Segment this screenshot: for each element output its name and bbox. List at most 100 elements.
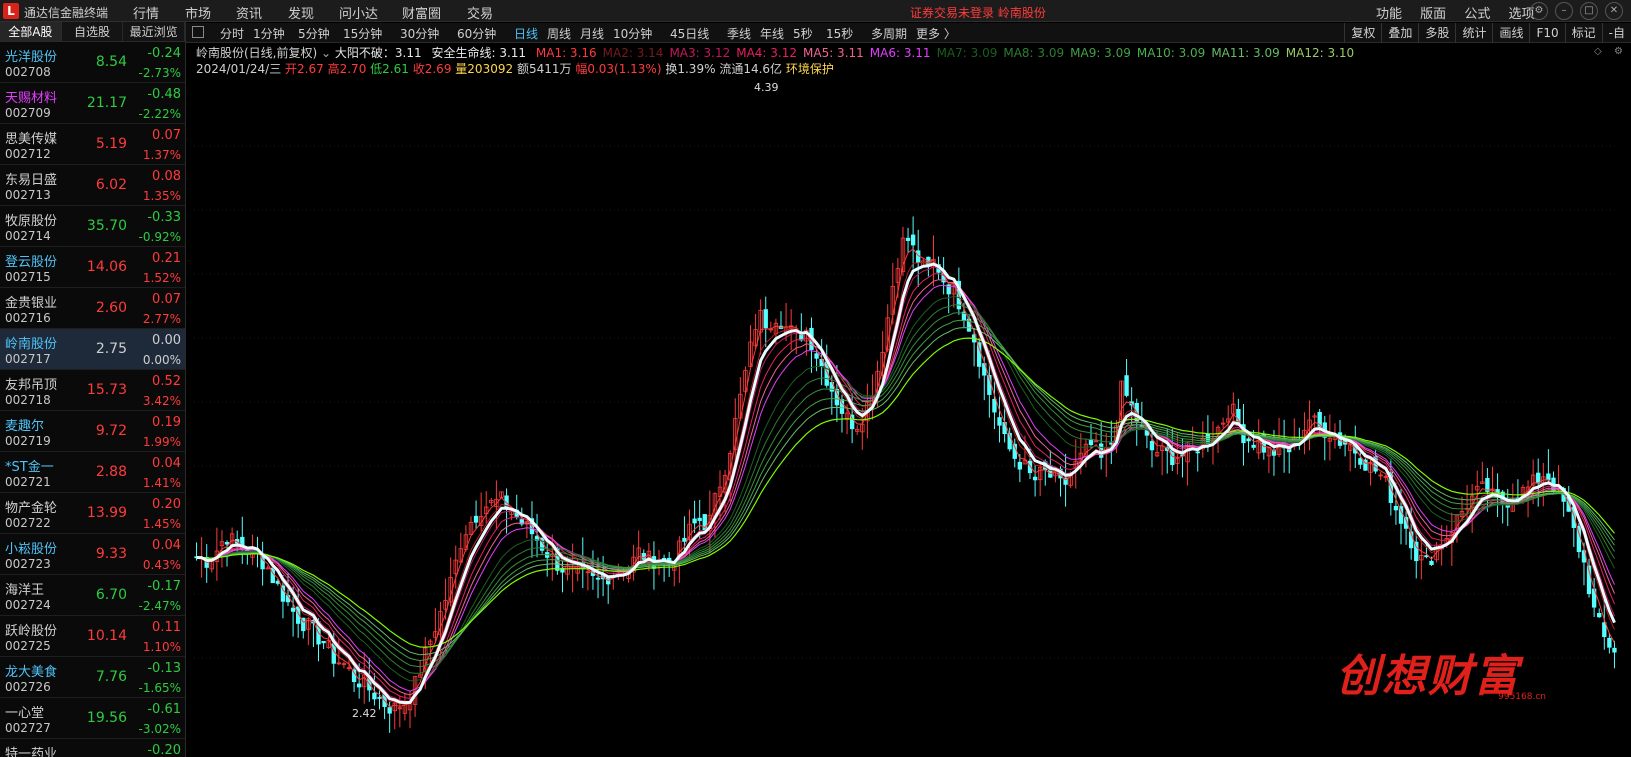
stock-row[interactable]: 登云股份 002715 14.06 0.21 1.52% [0, 247, 185, 288]
period-tab[interactable]: 多周期 [871, 25, 907, 42]
menu-market[interactable]: 市场 [185, 3, 211, 22]
period-tab[interactable]: 10分钟 [613, 25, 652, 42]
stock-code: 002709 [5, 106, 51, 120]
right-menu: 功能 版面 公式 选项 [1376, 3, 1548, 22]
menu-formula[interactable]: 公式 [1464, 7, 1490, 22]
menu-trade[interactable]: 交易 [467, 3, 493, 22]
period-tab[interactable]: 45日线 [670, 25, 709, 42]
stock-price: 13.99 [86, 505, 127, 521]
stock-code: 002712 [5, 147, 51, 161]
chart-tool-button[interactable]: 标记 [1564, 23, 1602, 43]
candle-body [595, 577, 601, 580]
stock-name: *ST金一 [5, 460, 54, 475]
period-tab[interactable]: 年线 [760, 25, 784, 42]
stock-price: 8.54 [95, 54, 127, 70]
stock-row[interactable]: 友邦吊顶 002718 15.73 0.52 3.42% [0, 370, 185, 411]
stock-row[interactable]: 牧原股份 002714 35.70 -0.33 -0.92% [0, 206, 185, 247]
candle-body [834, 389, 840, 406]
ma-line-1 [196, 248, 1615, 708]
stock-change-pct: 1.99% [142, 435, 181, 449]
chart-tool-button[interactable]: 复权 [1344, 23, 1381, 43]
period-tab[interactable]: 30分钟 [400, 25, 439, 42]
stock-name: 特一药业 [5, 747, 58, 757]
stock-code: 002708 [5, 65, 51, 79]
stock-change-pct: -1.65% [138, 681, 181, 695]
candle-body [290, 607, 296, 612]
stock-row[interactable]: 东易日盛 002713 6.02 0.08 1.35% [0, 165, 185, 206]
ma-line-12 [196, 337, 1615, 648]
sidebar-toggle-icon[interactable] [192, 26, 204, 38]
menu-ask[interactable]: 问小达 [339, 3, 378, 22]
chart-tool-button[interactable]: 画线 [1492, 23, 1529, 43]
candle-body [1393, 505, 1399, 511]
chart-tool-button[interactable]: -自 [1601, 23, 1631, 43]
candle-body [682, 537, 687, 542]
menu-news[interactable]: 资讯 [236, 3, 262, 22]
stock-name: 麦趣尔 [5, 419, 45, 434]
stock-name: 跃岭股份 [5, 624, 58, 639]
period-tab[interactable]: 15秒 [826, 25, 853, 42]
period-tab[interactable]: 周线 [547, 25, 571, 42]
stock-price: 7.76 [95, 669, 127, 685]
stock-row[interactable]: 跃岭股份 002725 10.14 0.11 1.10% [0, 616, 185, 657]
stock-name: 物产金轮 [5, 501, 58, 516]
stock-row[interactable]: 特一药业 -0.20 [0, 739, 185, 757]
period-tab[interactable]: 月线 [580, 25, 604, 42]
stock-change: 0.04 [152, 538, 181, 553]
period-tab[interactable]: 分时 [220, 25, 244, 42]
period-tab[interactable]: 季线 [727, 25, 751, 42]
chart-tool-button[interactable]: 多股 [1418, 23, 1455, 43]
tab-recent[interactable]: 最近浏览 [123, 22, 186, 41]
candle-body [697, 517, 702, 521]
stock-code: 002724 [5, 598, 51, 612]
menu-wealth-circle[interactable]: 财富圈 [402, 3, 441, 22]
period-tab[interactable]: 更多 〉 [916, 25, 956, 42]
stock-change: 0.07 [152, 128, 181, 143]
candle-body [331, 643, 336, 664]
ma-line-4 [196, 273, 1615, 700]
candle-body [1124, 375, 1129, 396]
period-tab[interactable]: 1分钟 [253, 25, 285, 42]
stock-row[interactable]: 麦趣尔 002719 9.72 0.19 1.99% [0, 411, 185, 452]
period-tab[interactable]: 日线 [514, 25, 538, 42]
stock-code: 002725 [5, 639, 51, 653]
tab-all-a-shares[interactable]: 全部A股 [0, 22, 62, 41]
settings-icon[interactable]: ⚙ [1530, 2, 1548, 20]
stock-row[interactable]: 海洋王 002724 6.70 -0.17 -2.47% [0, 575, 185, 616]
stock-name: 海洋王 [5, 583, 45, 598]
period-tab[interactable]: 5秒 [793, 25, 813, 42]
chart-tool-button[interactable]: F10 [1529, 23, 1564, 43]
stock-name: 思美传媒 [5, 132, 58, 147]
stock-row[interactable]: 物产金轮 002722 13.99 0.20 1.45% [0, 493, 185, 534]
chart-tool-button[interactable]: 统计 [1455, 23, 1492, 43]
candle-body [321, 641, 326, 644]
stock-row[interactable]: 岭南股份 002717 2.75 0.00 0.00% [0, 329, 185, 370]
stock-name: 小崧股份 [5, 542, 58, 557]
stock-row[interactable]: 小崧股份 002723 9.33 0.04 0.43% [0, 534, 185, 575]
period-tab[interactable]: 5分钟 [298, 25, 330, 42]
stock-row[interactable]: *ST金一 002721 2.88 0.04 1.41% [0, 452, 185, 493]
stock-name: 友邦吊顶 [5, 378, 58, 393]
close-icon[interactable]: ✕ [1605, 2, 1623, 20]
stock-row[interactable]: 光洋股份 002708 8.54 -0.24 -2.73% [0, 42, 185, 83]
stock-change: 0.20 [152, 497, 181, 512]
stock-row[interactable]: 一心堂 002727 19.56 -0.61 -3.02% [0, 698, 185, 739]
menu-layout[interactable]: 版面 [1420, 7, 1446, 22]
stock-row[interactable]: 天赐材料 002709 21.17 -0.48 -2.22% [0, 83, 185, 124]
chart-tool-button[interactable]: 叠加 [1381, 23, 1418, 43]
menu-quotes[interactable]: 行情 [133, 3, 159, 22]
period-tab[interactable]: 60分钟 [457, 25, 496, 42]
menu-discover[interactable]: 发现 [288, 3, 314, 22]
stock-row[interactable]: 思美传媒 002712 5.19 0.07 1.37% [0, 124, 185, 165]
menu-function[interactable]: 功能 [1376, 7, 1402, 22]
stock-row[interactable]: 金贵银业 002716 2.60 0.07 2.77% [0, 288, 185, 329]
tab-favorites[interactable]: 自选股 [62, 22, 124, 41]
candle-body [1602, 622, 1607, 638]
stock-price: 9.72 [95, 423, 127, 439]
period-tab[interactable]: 15分钟 [343, 25, 382, 42]
maximize-icon[interactable]: □ [1580, 2, 1598, 20]
stock-watchlist: 全部A股 自选股 最近浏览 光洋股份 002708 8.54 -0.24 -2.73% 天… [0, 22, 186, 757]
minimize-icon[interactable]: – [1555, 2, 1573, 20]
stock-row[interactable]: 龙大美食 002726 7.76 -0.13 -1.65% [0, 657, 185, 698]
stock-change: 0.08 [152, 169, 181, 184]
